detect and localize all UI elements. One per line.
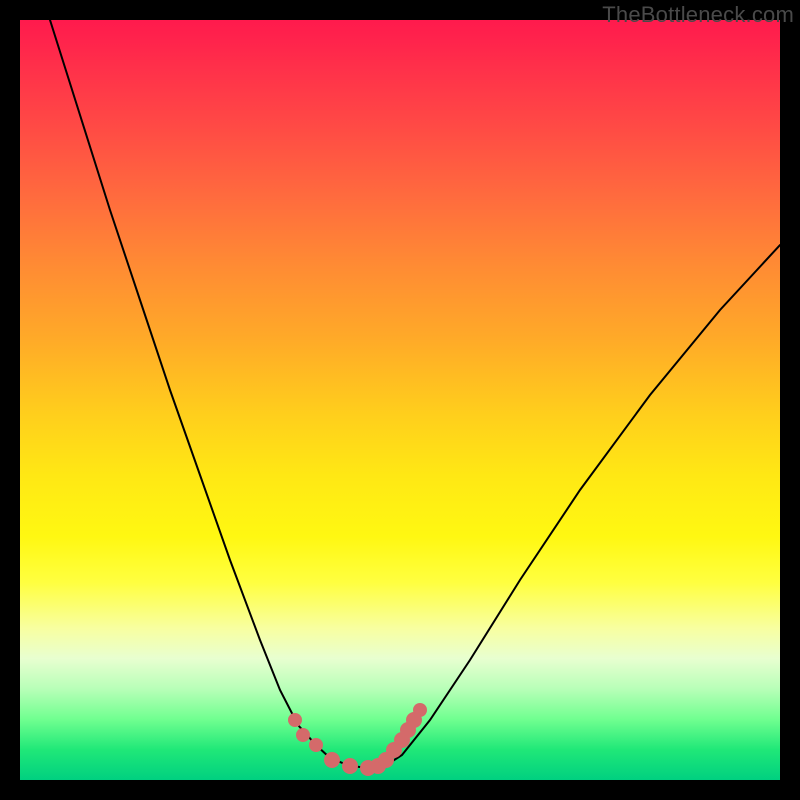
marker-layer [288,703,427,776]
curve-layer [50,20,780,768]
chart-frame [20,20,780,780]
curve-marker [342,758,358,774]
curve-marker [288,713,302,727]
curve-marker [413,703,427,717]
watermark-text: TheBottleneck.com [602,2,794,28]
curve-marker [324,752,340,768]
chart-svg [20,20,780,780]
bottleneck-curve [50,20,780,768]
curve-marker [296,728,310,742]
curve-marker [309,738,323,752]
